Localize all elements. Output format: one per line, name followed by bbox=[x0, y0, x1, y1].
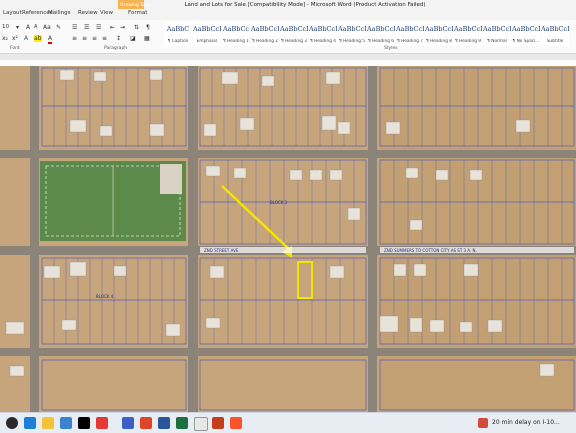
font-color-icon[interactable]: A bbox=[48, 35, 53, 44]
style-heading-9[interactable]: AaBbCcDc ¶ Heading 9 bbox=[454, 22, 482, 46]
highlight-icon[interactable]: ab bbox=[34, 35, 42, 42]
style-heading-8[interactable]: AaBbCcDc ¶ Heading 8 bbox=[425, 22, 453, 46]
tab-mailings[interactable]: Mailings bbox=[48, 10, 71, 16]
align-left-icon[interactable]: ≡ bbox=[72, 35, 77, 42]
document-title: Land and Lots for Sale [Compatibility Mo… bbox=[184, 2, 426, 8]
style-name: ¶ Heading 1 bbox=[222, 39, 250, 44]
street-banner-left: ZND STREET AVE bbox=[204, 248, 239, 253]
decrease-indent-icon[interactable]: ⇤ bbox=[110, 24, 115, 31]
style-sample: AaBbCcDc bbox=[367, 25, 395, 33]
block-label-4: BLOCK 4 bbox=[96, 294, 114, 299]
style-sample: AaBbCcDc bbox=[541, 25, 569, 33]
change-case-icon[interactable]: Aa bbox=[43, 24, 51, 31]
clear-formatting-icon[interactable]: ✎ bbox=[56, 24, 61, 31]
numbering-icon[interactable]: ☰ bbox=[84, 24, 89, 31]
paragraph-group-label: Paragraph bbox=[104, 46, 128, 51]
multilevel-list-icon[interactable]: ☰ bbox=[96, 24, 101, 31]
notepad-icon[interactable] bbox=[194, 417, 208, 431]
style-name: ¶ Heading 3 bbox=[280, 39, 308, 44]
app-icon-orange[interactable] bbox=[140, 417, 152, 429]
aerial-map-image[interactable]: ZND STREET AVE ZND SUMMERS TO COTTON CIT… bbox=[0, 66, 576, 412]
style-emphasis[interactable]: AaBbCcDc Emphasis bbox=[193, 22, 221, 46]
sort-icon[interactable]: ⇅ bbox=[134, 24, 139, 31]
style-name: ¶ Heading 4 bbox=[309, 39, 337, 44]
text-effects-icon[interactable]: A bbox=[24, 35, 28, 42]
mail-icon[interactable] bbox=[60, 417, 72, 429]
style-sample: AaBbCcI bbox=[280, 25, 308, 33]
street-banner-right: ZND SUMMERS TO COTTON CITY AS ST 3 A. N. bbox=[384, 248, 477, 253]
style-name: ¶ Heading 2 bbox=[251, 39, 279, 44]
app-icon-red[interactable] bbox=[96, 417, 108, 429]
font-size-dropdown-icon[interactable]: ▾ bbox=[16, 24, 19, 31]
shading-icon[interactable]: ◪ bbox=[130, 35, 136, 42]
style-heading-6[interactable]: AaBbCcDc ¶ Heading 6 bbox=[367, 22, 395, 46]
style-no-spacing[interactable]: AaBbCcDd ¶ No Spaci... bbox=[512, 22, 540, 46]
style-name: ¶ Heading 5 bbox=[338, 39, 366, 44]
font-size-box[interactable]: 10 bbox=[2, 24, 9, 31]
style-name: ¶ Caption bbox=[167, 39, 189, 44]
align-center-icon[interactable]: ≡ bbox=[82, 35, 87, 42]
store-icon[interactable] bbox=[78, 417, 90, 429]
style-heading-3[interactable]: AaBbCcI ¶ Heading 3 bbox=[280, 22, 308, 46]
tab-format[interactable]: Format bbox=[128, 10, 147, 16]
start-icon[interactable] bbox=[6, 417, 18, 429]
grow-font-icon[interactable]: A bbox=[26, 24, 30, 31]
style-sample: AaBbCcDc bbox=[193, 25, 221, 33]
style-heading-2[interactable]: AaBbCcI ¶ Heading 2 bbox=[251, 22, 279, 46]
style-subtitle[interactable]: AaBbCcDc Subtitle bbox=[541, 22, 569, 46]
excel-icon[interactable] bbox=[176, 417, 188, 429]
style-heading-4[interactable]: AaBbCcI ¶ Heading 4 bbox=[309, 22, 337, 46]
style-name: ¶ No Spaci... bbox=[512, 39, 540, 44]
style-sample: AaBbCcDc bbox=[425, 25, 453, 33]
powerpoint-icon[interactable] bbox=[212, 417, 224, 429]
style-name: Emphasis bbox=[196, 39, 218, 44]
tab-view[interactable]: View bbox=[100, 10, 113, 16]
style-name: ¶ Heading 9 bbox=[454, 39, 482, 44]
block-label-3: BLOCK 3 bbox=[270, 200, 288, 205]
weather-widget-text[interactable]: 20 min delay on I-10... bbox=[492, 419, 560, 426]
style-name: ¶ Heading 7 bbox=[396, 39, 424, 44]
style-heading-7[interactable]: AaBbCcDc ¶ Heading 7 bbox=[396, 22, 424, 46]
drawing-tools-label: Drawing Tools bbox=[120, 3, 152, 8]
style-sample: AaBbCc bbox=[222, 25, 250, 33]
tab-review[interactable]: Review bbox=[78, 10, 98, 16]
style-sample: AaBbC bbox=[166, 25, 190, 33]
style-name: ¶ Heading 8 bbox=[425, 39, 453, 44]
app-icon-blue[interactable] bbox=[122, 417, 134, 429]
windows-taskbar: 20 min delay on I-10... bbox=[0, 412, 576, 433]
ribbon-tab-bar: Layout References Mailings Review View F… bbox=[0, 9, 576, 20]
line-spacing-icon[interactable]: ↕ bbox=[116, 35, 121, 42]
word-icon[interactable] bbox=[158, 417, 170, 429]
file-explorer-icon[interactable] bbox=[42, 417, 54, 429]
shrink-font-icon[interactable]: A bbox=[34, 24, 37, 31]
align-right-icon[interactable]: ≡ bbox=[92, 35, 97, 42]
justify-icon[interactable]: ≡ bbox=[102, 35, 107, 42]
style-normal[interactable]: AaBbCcDc ¶ Normal bbox=[483, 22, 511, 46]
traffic-alert-icon[interactable] bbox=[478, 418, 488, 428]
style-caption[interactable]: AaBbC ¶ Caption bbox=[164, 22, 192, 46]
style-sample: AaBbCcDc bbox=[396, 25, 424, 33]
show-formatting-marks-icon[interactable]: ¶ bbox=[146, 24, 150, 31]
superscript-icon[interactable]: x² bbox=[12, 35, 18, 42]
subscript-icon[interactable]: x₂ bbox=[2, 35, 8, 42]
styles-group-label: Styles bbox=[384, 46, 398, 51]
style-sample: AaBbCcDc bbox=[483, 25, 511, 33]
style-name: ¶ Normal bbox=[487, 39, 507, 44]
style-sample: AaBbCcDc bbox=[454, 25, 482, 33]
style-sample: AaBbCcI bbox=[338, 25, 366, 33]
bullets-icon[interactable]: ☰ bbox=[72, 24, 77, 31]
style-sample: AaBbCcI bbox=[309, 25, 337, 33]
style-name: ¶ Heading 6 bbox=[367, 39, 395, 44]
style-heading-1[interactable]: AaBbCc ¶ Heading 1 bbox=[222, 22, 250, 46]
style-name: Subtitle bbox=[546, 39, 564, 44]
font-group-label: Font bbox=[10, 46, 20, 51]
style-sample: AaBbCcI bbox=[251, 25, 279, 33]
brave-icon[interactable] bbox=[230, 417, 242, 429]
style-sample: AaBbCcDd bbox=[512, 25, 540, 33]
edge-icon[interactable] bbox=[24, 417, 36, 429]
increase-indent-icon[interactable]: ⇥ bbox=[120, 24, 125, 31]
borders-icon[interactable]: ▦ bbox=[144, 35, 150, 42]
tab-layout[interactable]: Layout bbox=[3, 10, 22, 16]
style-heading-5[interactable]: AaBbCcI ¶ Heading 5 bbox=[338, 22, 366, 46]
